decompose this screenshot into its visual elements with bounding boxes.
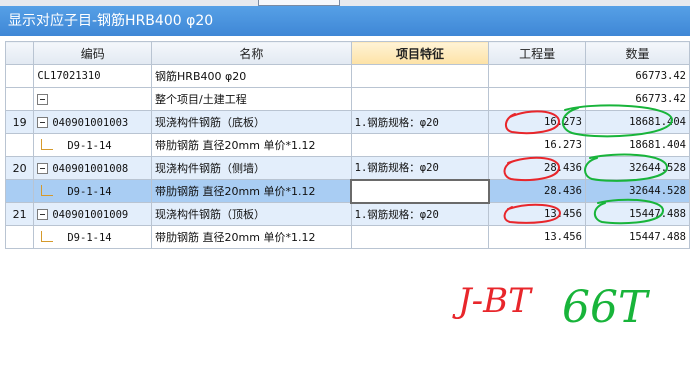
col-header-seq xyxy=(4,41,35,65)
row-name: 现浇构件钢筋（顶板） xyxy=(151,202,352,226)
table-row[interactable]: 20 040901001008 现浇构件钢筋（侧墙） 1.钢筋规格：φ20 28… xyxy=(4,156,690,180)
row-code: 040901001009 xyxy=(33,202,153,226)
table-row[interactable]: 19 040901001003 现浇构件钢筋（底板） 1.钢筋规格：φ20 16… xyxy=(4,110,690,134)
row-seq: 21 xyxy=(4,202,35,226)
row-amount: 15447.488 xyxy=(584,225,690,249)
row-code xyxy=(33,87,153,111)
row-seq: 20 xyxy=(4,156,35,180)
row-feature-editor[interactable] xyxy=(350,178,490,204)
table-header-row: 编码 名称 项目特征 工程量 数量 xyxy=(4,41,690,65)
row-feature[interactable]: 1.钢筋规格：φ20 xyxy=(350,156,490,180)
row-quantity xyxy=(488,64,586,88)
row-code: 040901001003 xyxy=(33,110,153,134)
row-amount: 32644.528 xyxy=(584,156,690,180)
red-handwritten-note: J-BT xyxy=(452,281,533,321)
row-feature[interactable]: 1.钢筋规格：φ20 xyxy=(350,110,490,134)
col-header-quantity[interactable]: 工程量 xyxy=(488,41,586,65)
row-name: 现浇构件钢筋（底板） xyxy=(151,110,352,134)
row-code: D9-1-14 xyxy=(33,225,153,249)
row-quantity: 13.456 xyxy=(488,225,586,249)
table-row[interactable]: D9-1-14 带肋钢筋 直径20mm 单价*1.12 16.273 18681… xyxy=(4,133,690,157)
row-quantity: 16.273 xyxy=(488,110,586,134)
table-row[interactable]: 21 040901001009 现浇构件钢筋（顶板） 1.钢筋规格：φ20 13… xyxy=(4,202,690,226)
row-code: CL17021310 xyxy=(33,64,153,88)
row-amount: 32644.528 xyxy=(584,179,690,203)
green-handwritten-note: 66T xyxy=(562,282,651,333)
collapse-minus-icon[interactable] xyxy=(37,163,49,174)
tree-branch-icon xyxy=(41,184,54,196)
row-name: 带肋钢筋 直径20mm 单价*1.12 xyxy=(151,179,352,203)
row-name: 现浇构件钢筋（侧墙） xyxy=(151,156,352,180)
row-name: 带肋钢筋 直径20mm 单价*1.12 xyxy=(151,133,352,157)
window-title-bar: 显示对应子目-钢筋HRB400 φ20 xyxy=(0,6,690,36)
collapse-minus-icon[interactable] xyxy=(37,94,49,105)
col-header-name[interactable]: 名称 xyxy=(151,41,352,65)
row-seq xyxy=(4,133,35,157)
row-feature[interactable] xyxy=(350,64,490,88)
row-code: D9-1-14 xyxy=(33,133,153,157)
row-amount: 18681.404 xyxy=(584,133,690,157)
row-quantity: 16.273 xyxy=(488,133,586,157)
collapse-minus-icon[interactable] xyxy=(37,117,49,128)
row-code: D9-1-14 xyxy=(33,179,153,203)
collapse-minus-icon[interactable] xyxy=(37,209,49,220)
row-feature[interactable] xyxy=(350,225,490,249)
table-row[interactable]: 整个项目/土建工程 66773.42 xyxy=(4,87,690,111)
row-quantity: 13.456 xyxy=(488,202,586,226)
window-title: 显示对应子目-钢筋HRB400 φ20 xyxy=(8,13,214,29)
row-seq xyxy=(4,64,35,88)
row-name: 整个项目/土建工程 xyxy=(151,87,352,111)
row-amount: 15447.488 xyxy=(584,202,690,226)
row-feature[interactable] xyxy=(350,87,490,111)
row-seq: 19 xyxy=(4,110,35,134)
col-header-code[interactable]: 编码 xyxy=(33,41,153,65)
row-seq xyxy=(4,179,35,203)
row-amount: 18681.404 xyxy=(584,110,690,134)
row-name: 钢筋HRB400 φ20 xyxy=(151,64,352,88)
tree-branch-icon xyxy=(41,138,54,150)
table-row[interactable]: CL17021310 钢筋HRB400 φ20 66773.42 xyxy=(4,64,690,88)
row-seq xyxy=(4,87,35,111)
row-quantity: 28.436 xyxy=(488,156,586,180)
row-feature[interactable] xyxy=(350,133,490,157)
row-quantity xyxy=(488,87,586,111)
row-amount: 66773.42 xyxy=(584,64,690,88)
tree-branch-icon xyxy=(41,230,54,242)
sub-item-table: 编码 名称 项目特征 工程量 数量 CL17021310 钢筋HRB400 φ2… xyxy=(4,41,690,249)
row-amount: 66773.42 xyxy=(584,87,690,111)
row-quantity: 28.436 xyxy=(488,179,586,203)
row-name: 带肋钢筋 直径20mm 单价*1.12 xyxy=(151,225,352,249)
table-row[interactable]: D9-1-14 带肋钢筋 直径20mm 单价*1.12 13.456 15447… xyxy=(4,225,690,249)
table-row-selected[interactable]: D9-1-14 带肋钢筋 直径20mm 单价*1.12 28.436 32644… xyxy=(4,178,690,204)
row-feature[interactable]: 1.钢筋规格：φ20 xyxy=(350,202,490,226)
row-code: 040901001008 xyxy=(33,156,153,180)
row-seq xyxy=(4,225,35,249)
col-header-amount[interactable]: 数量 xyxy=(584,41,690,65)
col-header-feature[interactable]: 项目特征 xyxy=(350,41,490,65)
